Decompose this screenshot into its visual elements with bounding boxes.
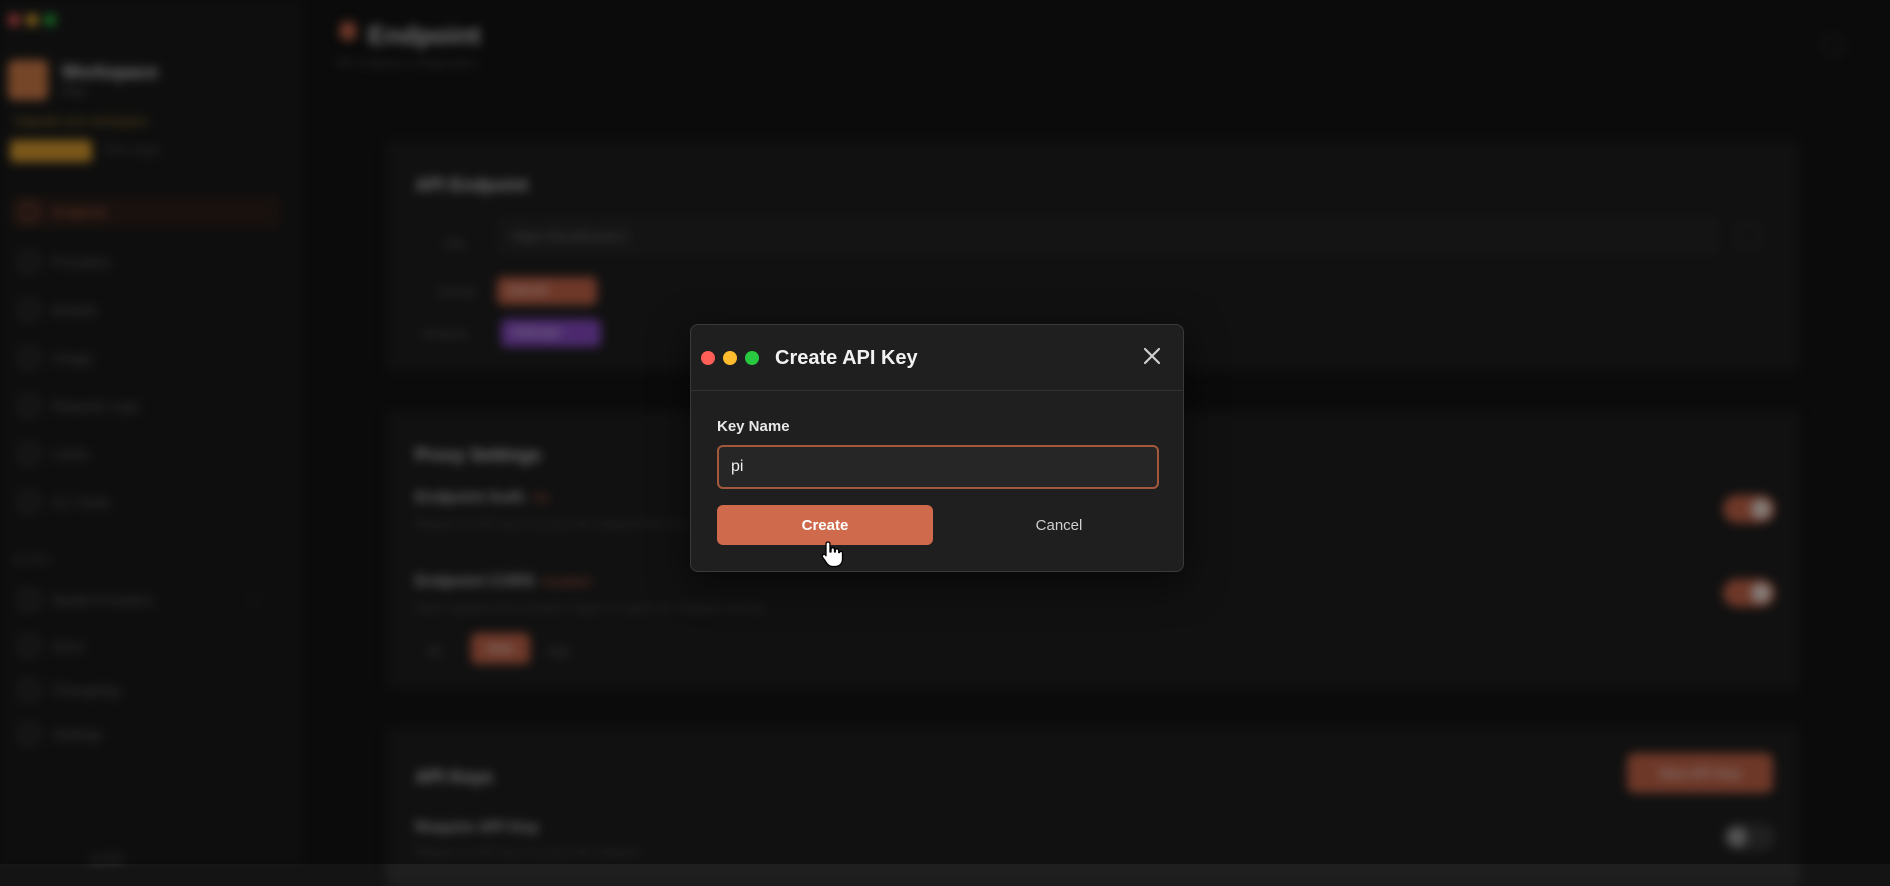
create-button[interactable]: Create [717, 505, 933, 545]
hand-cursor-icon [821, 541, 844, 568]
maximize-dot[interactable] [745, 351, 759, 365]
close-icon [1143, 347, 1161, 365]
key-name-input[interactable] [717, 445, 1159, 489]
dialog-title: Create API Key [775, 347, 918, 369]
key-name-label: Key Name [717, 418, 790, 435]
cancel-button[interactable]: Cancel [991, 505, 1127, 545]
window-controls [701, 351, 759, 365]
close-button[interactable] [1137, 341, 1167, 371]
dialog-header: Create API Key [691, 325, 1183, 391]
create-api-key-dialog: Create API Key Key Name Create Cancel [690, 324, 1184, 572]
close-dot[interactable] [701, 351, 715, 365]
minimize-dot[interactable] [723, 351, 737, 365]
